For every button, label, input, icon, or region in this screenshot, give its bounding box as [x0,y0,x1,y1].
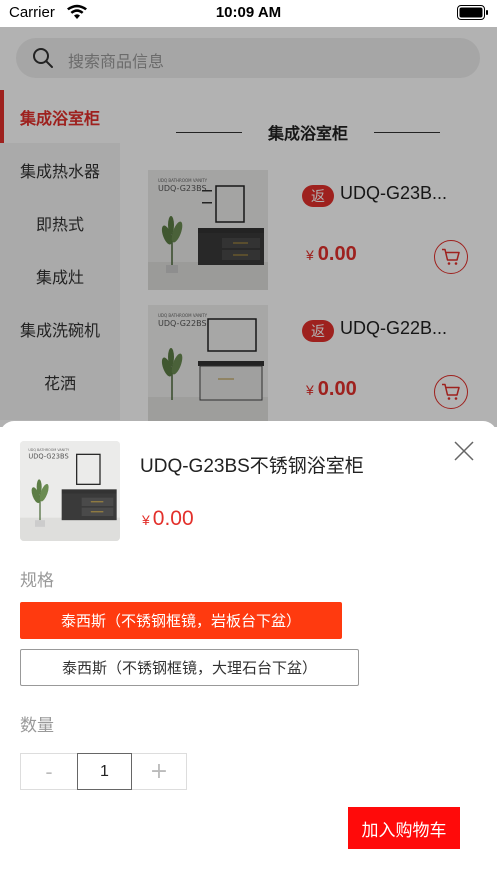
close-icon[interactable] [452,439,476,463]
quantity-stepper: - 1 + [20,753,187,790]
clock-time: 10:09 AM [215,4,282,21]
spec-option-marble-basin[interactable]: 泰西斯（不锈钢框镜，大理石台下盆） [20,649,359,686]
battery-icon [457,5,488,20]
svg-text:UDQ BATHROOM VANITY: UDQ BATHROOM VANITY [28,448,70,452]
quantity-label: 数量 [20,716,54,736]
quantity-input[interactable]: 1 [77,753,132,790]
modal-backdrop[interactable] [0,27,497,427]
sheet-product-price: ¥0.00 [142,507,194,530]
svg-text:UDQ-G23BS: UDQ-G23BS [28,453,68,461]
increment-button[interactable]: + [132,754,186,789]
spec-select-sheet: UDQ BATHROOM VANITY UDQ-G23BS UDQ-G23BS不… [0,421,497,883]
add-to-cart-confirm-button[interactable]: 加入购物车 [348,807,460,849]
sheet-product-name: UDQ-G23BS不锈钢浴室柜 [140,456,364,477]
spec-option-slate-basin[interactable]: 泰西斯（不锈钢框镜，岩板台下盆） [20,602,342,639]
status-bar: Carrier 10:09 AM [0,0,497,27]
product-image: UDQ BATHROOM VANITY UDQ-G23BS [20,441,120,541]
decrement-button[interactable]: - [21,754,77,789]
spec-label: 规格 [20,571,54,591]
